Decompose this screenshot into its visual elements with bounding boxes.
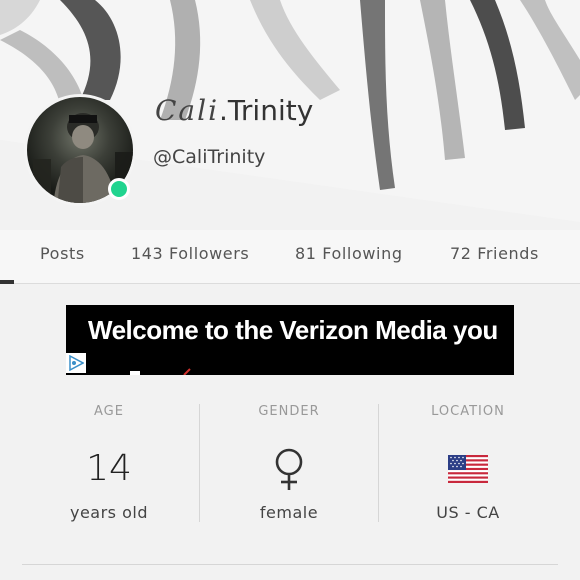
tabs-divider [0,283,580,284]
stat-gender-label: GENDER [258,404,320,419]
active-tab-indicator [0,280,14,284]
profile-tabs: Posts 143 Followers 81 Following 72 Frie… [0,230,580,284]
tab-friends[interactable]: 72 Friends [450,244,539,263]
stat-age-sub: years old [69,503,148,522]
stat-age-label: AGE [94,404,124,419]
stat-location: LOCATION US - CA [379,398,557,522]
display-name-script: Cali [155,94,220,127]
stat-age-value: 14 [86,448,132,489]
profile-display-name: Cali.Trinity [155,94,313,127]
display-name-suffix: .Trinity [219,94,314,127]
adchoices-icon[interactable] [66,353,86,373]
tab-following[interactable]: 81 Following [295,244,403,263]
tab-followers[interactable]: 143 Followers [131,244,249,263]
ad-banner[interactable]: Welcome to the Verizon Media you [66,305,514,375]
section-divider [22,564,558,565]
stat-gender: GENDER female [200,398,378,522]
female-symbol-icon [200,447,378,491]
ad-partial-graphic [130,368,191,375]
stat-gender-sub: female [259,503,319,522]
stat-location-label: LOCATION [431,404,505,419]
profile-handle: @CaliTrinity [153,146,266,168]
stat-age: AGE 14 years old [20,398,198,522]
online-status-indicator [108,178,130,200]
stat-location-sub: US - CA [436,503,500,522]
tab-posts[interactable]: Posts [40,244,85,263]
us-flag-icon [379,447,557,491]
